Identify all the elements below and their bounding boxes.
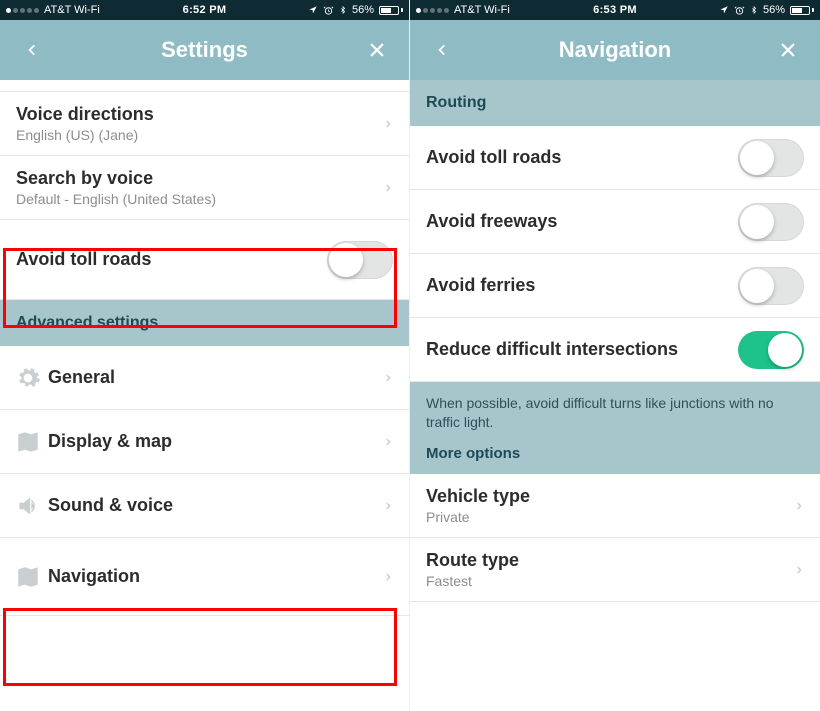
row-general[interactable]: General bbox=[0, 346, 409, 410]
row-avoid-toll-roads[interactable]: Avoid toll roads bbox=[0, 220, 409, 300]
page-title: Settings bbox=[60, 37, 349, 63]
row-title: Reduce difficult intersections bbox=[426, 339, 738, 360]
clock: 6:52 PM bbox=[0, 4, 409, 16]
navigation-icon bbox=[15, 564, 41, 590]
close-button[interactable] bbox=[760, 22, 816, 78]
nav-header: Navigation bbox=[410, 20, 820, 80]
info-band: When possible, avoid difficult turns lik… bbox=[410, 382, 820, 474]
row-title: Route type bbox=[426, 550, 794, 571]
chevron-left-icon bbox=[435, 39, 449, 61]
chevron-right-icon bbox=[794, 498, 804, 514]
row-title: Voice directions bbox=[16, 104, 383, 125]
row-title: General bbox=[48, 367, 383, 388]
close-icon bbox=[779, 41, 797, 59]
clock: 6:53 PM bbox=[410, 4, 820, 16]
toggle-avoid-toll[interactable] bbox=[327, 241, 393, 279]
row-avoid-freeways[interactable]: Avoid freeways bbox=[410, 190, 820, 254]
row-sound-voice[interactable]: Sound & voice bbox=[0, 474, 409, 538]
status-bar: AT&T Wi-Fi 6:52 PM 56% bbox=[0, 0, 409, 20]
row-navigation[interactable]: Navigation bbox=[0, 538, 409, 616]
row-title: Display & map bbox=[48, 431, 383, 452]
info-text: When possible, avoid difficult turns lik… bbox=[426, 394, 804, 432]
row-search-by-voice[interactable]: Search by voice Default - English (Unite… bbox=[0, 156, 409, 220]
back-button[interactable] bbox=[414, 22, 470, 78]
close-icon bbox=[368, 41, 386, 59]
section-advanced-settings: Advanced settings bbox=[0, 300, 409, 346]
row-display-map[interactable]: Display & map bbox=[0, 410, 409, 474]
chevron-right-icon bbox=[794, 562, 804, 578]
toggle-avoid-toll[interactable] bbox=[738, 139, 804, 177]
row-voice-directions[interactable]: Voice directions English (US) (Jane) bbox=[0, 92, 409, 156]
row-subtitle: Default - English (United States) bbox=[16, 191, 383, 207]
chevron-right-icon bbox=[383, 180, 393, 196]
row-vehicle-type[interactable]: Vehicle type Private bbox=[410, 474, 820, 538]
map-icon bbox=[15, 429, 41, 455]
row-subtitle: English (US) (Jane) bbox=[16, 127, 383, 143]
section-routing: Routing bbox=[410, 80, 820, 126]
chevron-right-icon bbox=[383, 434, 393, 450]
chevron-right-icon bbox=[383, 370, 393, 386]
row-title: Sound & voice bbox=[48, 495, 383, 516]
row-subtitle: Fastest bbox=[426, 573, 794, 589]
row-avoid-ferries[interactable]: Avoid ferries bbox=[410, 254, 820, 318]
close-button[interactable] bbox=[349, 22, 405, 78]
row-title: Navigation bbox=[48, 566, 383, 587]
speaker-icon bbox=[15, 493, 41, 519]
row-title: Search by voice bbox=[16, 168, 383, 189]
navigation-screen: AT&T Wi-Fi 6:53 PM 56% Navigation Routin… bbox=[410, 0, 820, 711]
row-title: Vehicle type bbox=[426, 486, 794, 507]
row-reduce-intersections[interactable]: Reduce difficult intersections bbox=[410, 318, 820, 382]
chevron-right-icon bbox=[383, 116, 393, 132]
toggle-reduce-intersections[interactable] bbox=[738, 331, 804, 369]
row-route-type[interactable]: Route type Fastest bbox=[410, 538, 820, 602]
row-title: Avoid toll roads bbox=[426, 147, 738, 168]
row-title: Avoid ferries bbox=[426, 275, 738, 296]
page-title: Navigation bbox=[470, 37, 760, 63]
row-avoid-toll-roads[interactable]: Avoid toll roads bbox=[410, 126, 820, 190]
chevron-right-icon bbox=[383, 498, 393, 514]
row-title: Avoid toll roads bbox=[16, 249, 327, 270]
section-more-options: More options bbox=[426, 444, 804, 464]
back-button[interactable] bbox=[4, 22, 60, 78]
row-subtitle: Private bbox=[426, 509, 794, 525]
nav-header: Settings bbox=[0, 20, 409, 80]
chevron-left-icon bbox=[25, 39, 39, 61]
gear-icon bbox=[15, 365, 41, 391]
status-bar: AT&T Wi-Fi 6:53 PM 56% bbox=[410, 0, 820, 20]
toggle-avoid-freeways[interactable] bbox=[738, 203, 804, 241]
toggle-avoid-ferries[interactable] bbox=[738, 267, 804, 305]
row-title: Avoid freeways bbox=[426, 211, 738, 232]
settings-screen: AT&T Wi-Fi 6:52 PM 56% Settings Voice di… bbox=[0, 0, 410, 711]
chevron-right-icon bbox=[383, 569, 393, 585]
